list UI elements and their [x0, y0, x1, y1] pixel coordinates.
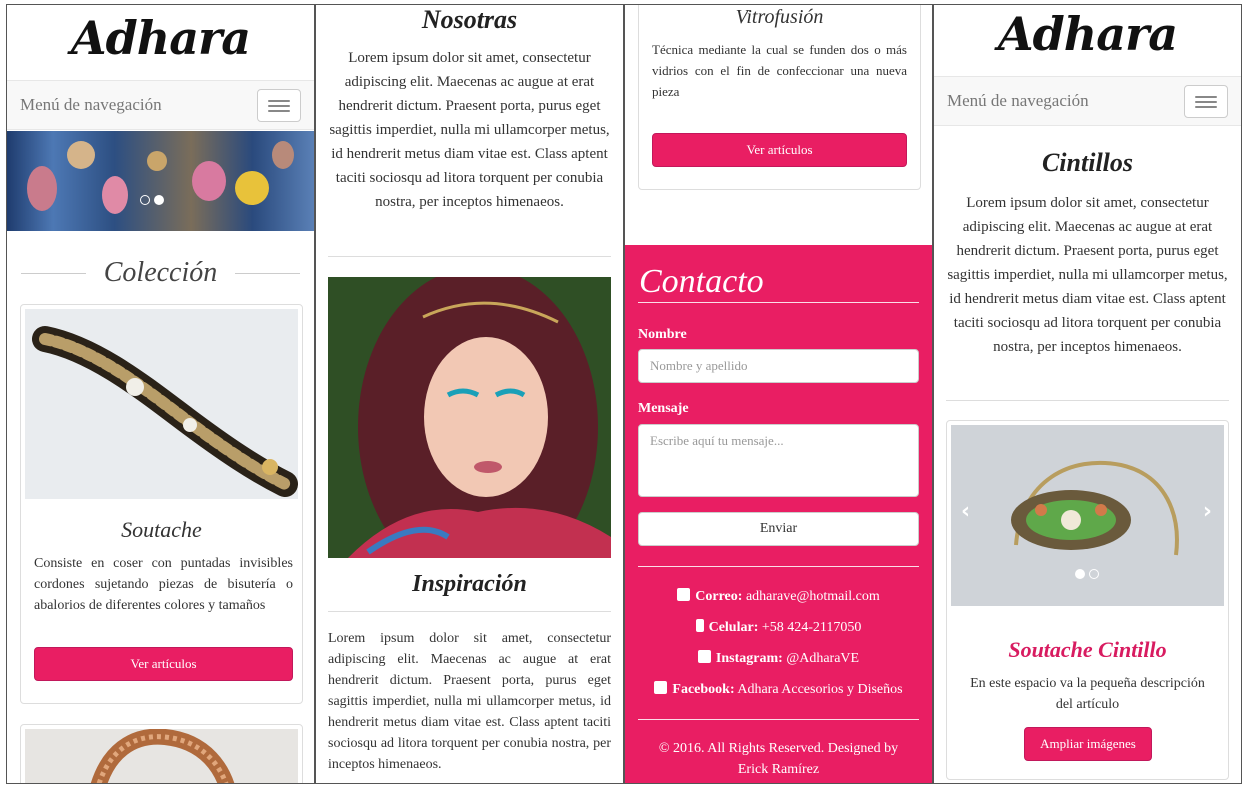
product-description: En este espacio va la pequeña descripció…	[970, 676, 1205, 712]
phone-icon	[695, 619, 704, 632]
headband-carousel[interactable]: ‹ ›	[951, 425, 1224, 606]
instagram-icon	[697, 650, 711, 663]
mobile-view-home: Adhara Menú de navegación Colección Sout…	[6, 4, 315, 784]
instagram-line: Instagram: @AdharaVE	[625, 650, 932, 667]
contact-title: Contacto	[639, 263, 764, 300]
about-title: Nosotras	[421, 5, 518, 34]
hamburger-menu-button[interactable]	[1184, 85, 1228, 118]
name-label: Nombre	[638, 327, 687, 342]
designer-credit: Erick Ramírez	[737, 762, 820, 777]
envelope-icon	[677, 588, 691, 601]
carousel-prev-icon[interactable]: ‹	[961, 499, 970, 524]
mobile-view-headbands: Adhara Menú de navegación Cintillos Lore…	[933, 4, 1242, 784]
card-title: Soutache	[121, 517, 202, 542]
mobile-view-contact: Vitrofusión Técnica mediante la cual se …	[624, 4, 933, 784]
divider	[328, 256, 611, 257]
send-button[interactable]: Enviar	[638, 512, 919, 546]
mobile-view-about: Nosotras Lorem ipsum dolor sit amet, con…	[315, 4, 624, 784]
carousel-indicators[interactable]	[140, 195, 164, 205]
logo[interactable]: Adhara	[934, 7, 1241, 61]
inspiration-photo	[328, 277, 611, 558]
product-card-headband: ‹ › Soutache Cintillo En este espacio va…	[946, 420, 1229, 780]
copyright-text: © 2016. All Rights Reserved. Designed by	[658, 741, 899, 756]
instagram-link[interactable]: @AdharaVE	[786, 651, 859, 666]
soutache-image	[25, 309, 298, 499]
hero-carousel[interactable]	[7, 131, 314, 231]
next-product-image	[25, 729, 298, 783]
product-title: Soutache Cintillo	[1008, 637, 1167, 662]
view-items-button[interactable]: Ver artículos	[652, 133, 907, 167]
card-title: Vitrofusión	[735, 6, 824, 28]
facebook-icon	[654, 681, 668, 694]
jewelry-illustration	[32, 326, 298, 497]
email-link[interactable]: adharave@hotmail.com	[746, 589, 880, 604]
inspiration-paragraph: Lorem ipsum dolor sit amet, consectetur …	[328, 631, 611, 772]
phone-number[interactable]: +58 424-2117050	[762, 620, 862, 635]
enlarge-images-button[interactable]: Ampliar imágenes	[1024, 727, 1152, 761]
phone-line: Celular: +58 424-2117050	[625, 619, 932, 636]
navbar: Menú de navegación	[7, 80, 314, 130]
logo[interactable]: Adhara	[7, 11, 314, 65]
navbar: Menú de navegación	[934, 76, 1241, 126]
carousel-next-icon[interactable]: ›	[1203, 499, 1212, 524]
facebook-link[interactable]: Adhara Accesorios y Diseños	[737, 682, 902, 697]
product-card-next	[20, 724, 303, 783]
hamburger-menu-button[interactable]	[257, 89, 301, 122]
facebook-line: Facebook: Adhara Accesorios y Diseños	[625, 681, 932, 698]
section-title: Cintillos	[1041, 148, 1134, 177]
card-description: Consiste en coser con puntadas invisible…	[34, 556, 293, 613]
inspiration-title: Inspiración	[412, 571, 527, 597]
about-paragraph: Lorem ipsum dolor sit amet, consectetur …	[329, 50, 610, 210]
message-label: Mensaje	[638, 401, 689, 416]
nav-label: Menú de navegación	[20, 95, 162, 114]
email-line: Correo: adharave@hotmail.com	[625, 588, 932, 605]
view-items-button[interactable]: Ver artículos	[34, 647, 293, 681]
message-textarea[interactable]: Escribe aquí tu mensaje...	[638, 424, 919, 497]
name-input[interactable]: Nombre y apellido	[638, 349, 919, 383]
nav-label: Menú de navegación	[947, 91, 1089, 110]
product-card-soutache: Soutache Consiste en coser con puntadas …	[20, 304, 303, 704]
product-card-vitrofusion: Vitrofusión Técnica mediante la cual se …	[638, 5, 921, 190]
section-title: Colección	[21, 257, 300, 289]
section-paragraph: Lorem ipsum dolor sit amet, consectetur …	[947, 195, 1228, 355]
hamburger-icon	[1195, 96, 1217, 98]
hamburger-icon	[268, 100, 290, 102]
card-description: Técnica mediante la cual se funden dos o…	[652, 42, 907, 99]
carousel-indicators[interactable]	[1075, 569, 1099, 579]
